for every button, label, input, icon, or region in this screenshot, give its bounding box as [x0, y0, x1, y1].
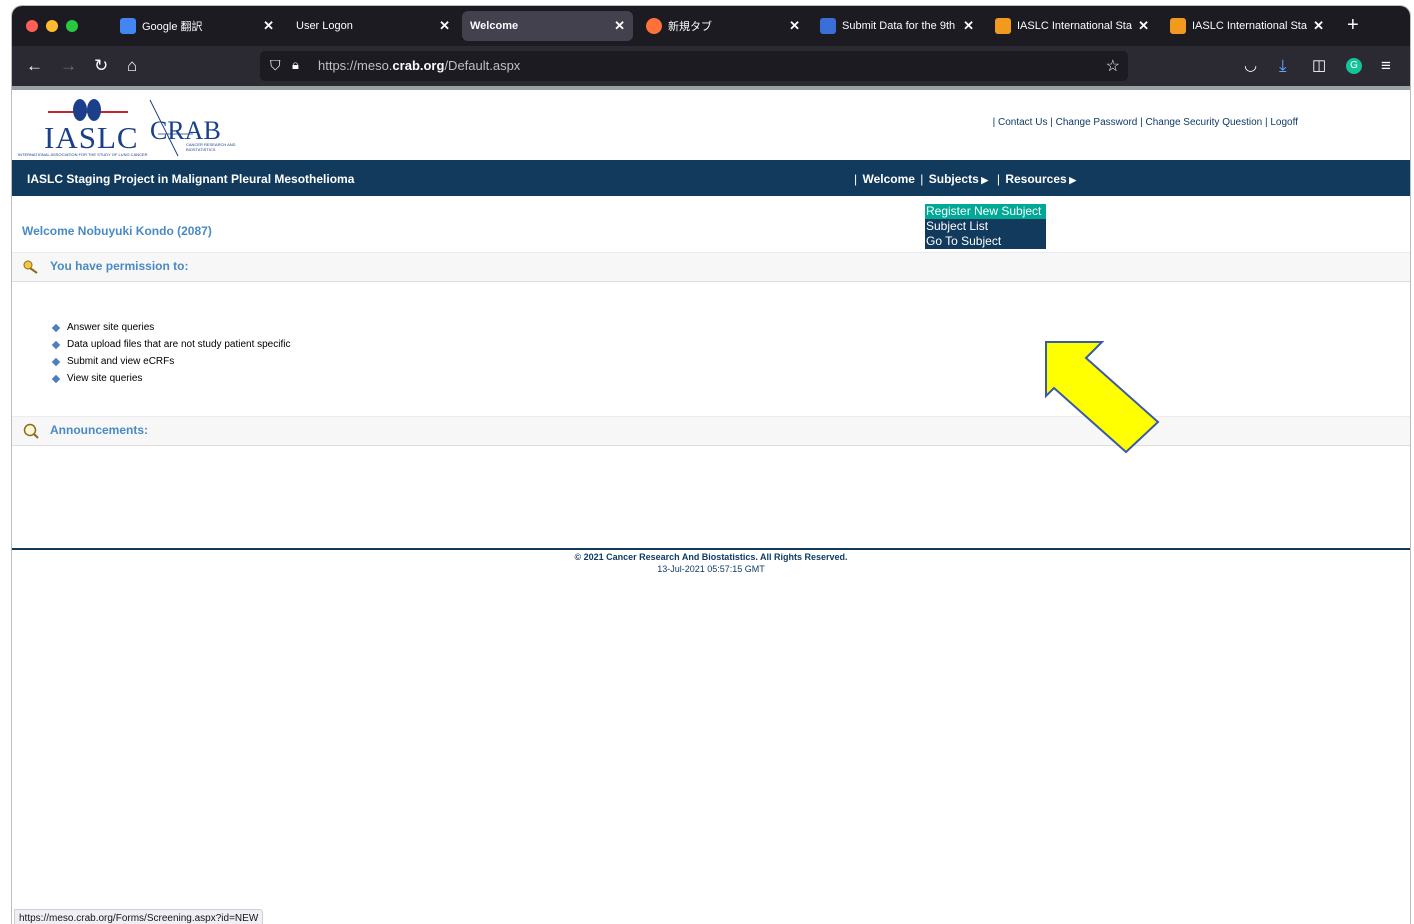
iaslc-logo-text: IASLC	[44, 120, 139, 155]
url-text[interactable]: https://meso.crab.org/Default.aspx	[318, 58, 520, 73]
tab-bar: Google 翻訳 ✕ User Logon ✕ Welcome ✕ 新規タブ …	[12, 6, 1410, 46]
bookmark-star-icon[interactable]: ☆	[1106, 56, 1120, 76]
close-icon[interactable]: ✕	[963, 18, 974, 34]
go-to-subject-link[interactable]: Go To Subject	[925, 234, 1046, 249]
permissions-title: You have permission to:	[50, 259, 189, 273]
menu-icon[interactable]: ≡	[1381, 56, 1391, 76]
bullet-icon	[51, 323, 61, 332]
minimize-window-button[interactable]	[46, 20, 58, 32]
sidebar-icon[interactable]: ◫	[1312, 56, 1326, 76]
google-translate-icon	[120, 18, 136, 34]
list-item: View site queries	[50, 370, 290, 387]
tab-submit-data[interactable]: Submit Data for the 9th E ✕	[812, 11, 982, 41]
reload-icon[interactable]: ↻	[94, 56, 108, 76]
tab-iaslc-1[interactable]: IASLC International Stagi ✕	[987, 11, 1157, 41]
logo: IASLC INTERNATIONAL ASSOCIATION FOR THE …	[18, 94, 236, 160]
close-icon[interactable]: ✕	[1138, 18, 1149, 34]
download-icon[interactable]: ⤓	[1279, 56, 1287, 76]
close-window-button[interactable]	[26, 20, 38, 32]
list-item: Answer site queries	[50, 319, 290, 336]
register-new-subject-link[interactable]: Register New Subject	[925, 204, 1046, 219]
caret-right-icon: ▶	[978, 175, 989, 185]
close-icon[interactable]: ✕	[789, 18, 800, 34]
announcements-header: Announcements:	[12, 416, 1410, 446]
caret-right-icon: ▶	[1066, 175, 1077, 185]
close-icon[interactable]: ✕	[1313, 18, 1324, 34]
firefox-icon	[646, 18, 662, 34]
list-item: Data upload files that are not study pat…	[50, 336, 290, 353]
forward-icon[interactable]: →	[60, 56, 77, 76]
yellow-arrow-annotation	[1045, 341, 1160, 454]
tab-welcome[interactable]: Welcome ✕	[462, 11, 633, 41]
tab-user-logon[interactable]: User Logon ✕	[288, 11, 458, 41]
subjects-dropdown: Register New Subject Subject List Go To …	[925, 204, 1046, 249]
bullet-icon	[51, 374, 61, 383]
submit-data-icon	[820, 18, 836, 34]
status-bar: https://meso.crab.org/Forms/Screening.as…	[14, 909, 264, 924]
browser-window: Google 翻訳 ✕ User Logon ✕ Welcome ✕ 新規タブ …	[12, 6, 1410, 924]
magnifier-icon	[23, 423, 39, 439]
header-band: IASLC Staging Project in Malignant Pleur…	[12, 160, 1410, 196]
shield-icon[interactable]: ⛉	[270, 57, 281, 74]
menu-subjects[interactable]: Subjects	[929, 172, 979, 186]
top-links[interactable]: | Contact Us | Change Password | Change …	[993, 117, 1298, 128]
pocket-icon[interactable]: ◡	[1244, 56, 1257, 76]
welcome-text: Welcome Nobuyuki Kondo (2087)	[22, 224, 212, 238]
bullet-icon	[51, 357, 61, 366]
menu-welcome[interactable]: Welcome	[862, 172, 914, 186]
copyright: © 2021 Cancer Research And Biostatistics…	[574, 552, 848, 562]
back-icon[interactable]: ←	[26, 56, 43, 76]
key-icon	[23, 260, 38, 274]
footer-divider	[12, 548, 1410, 550]
grammarly-icon[interactable]: G	[1346, 58, 1362, 74]
subject-list-link[interactable]: Subject List	[925, 219, 1046, 234]
announcements-title: Announcements:	[50, 423, 149, 437]
home-icon[interactable]: ⌂	[127, 56, 137, 76]
nav-bar: ← → ↻ ⌂ ⛉ 🔒︎ https://meso.crab.org/Defau…	[12, 46, 1410, 86]
close-icon[interactable]: ✕	[263, 18, 274, 34]
bullet-icon	[51, 340, 61, 349]
lock-icon[interactable]: 🔒︎	[292, 57, 299, 73]
permissions-list: Answer site queries Data upload files th…	[50, 319, 290, 387]
zoom-window-button[interactable]	[66, 20, 78, 32]
divider	[12, 86, 1410, 90]
tab-new-tab[interactable]: 新規タブ ✕	[638, 11, 808, 41]
site-title: IASLC Staging Project in Malignant Pleur…	[27, 172, 355, 186]
list-item: Submit and view eCRFs	[50, 353, 290, 370]
close-icon[interactable]: ✕	[439, 18, 450, 34]
main-menu: | Welcome | Subjects ▶ | Resources ▶	[854, 172, 1077, 186]
tab-iaslc-2[interactable]: IASLC International Stagi ✕	[1162, 11, 1332, 41]
menu-resources[interactable]: Resources	[1005, 172, 1066, 186]
timestamp: 13-Jul-2021 05:57:15 GMT	[657, 564, 765, 574]
close-icon[interactable]: ✕	[614, 18, 625, 34]
iaslc-icon	[1170, 18, 1186, 34]
url-bar[interactable]: ⛉ 🔒︎ https://meso.crab.org/Default.aspx …	[260, 51, 1128, 81]
new-tab-button[interactable]: +	[1347, 15, 1359, 35]
tab-google-translate[interactable]: Google 翻訳 ✕	[112, 11, 282, 41]
page-content: IASLC INTERNATIONAL ASSOCIATION FOR THE …	[12, 86, 1410, 924]
permissions-header: You have permission to:	[12, 252, 1410, 282]
iaslc-icon	[995, 18, 1011, 34]
